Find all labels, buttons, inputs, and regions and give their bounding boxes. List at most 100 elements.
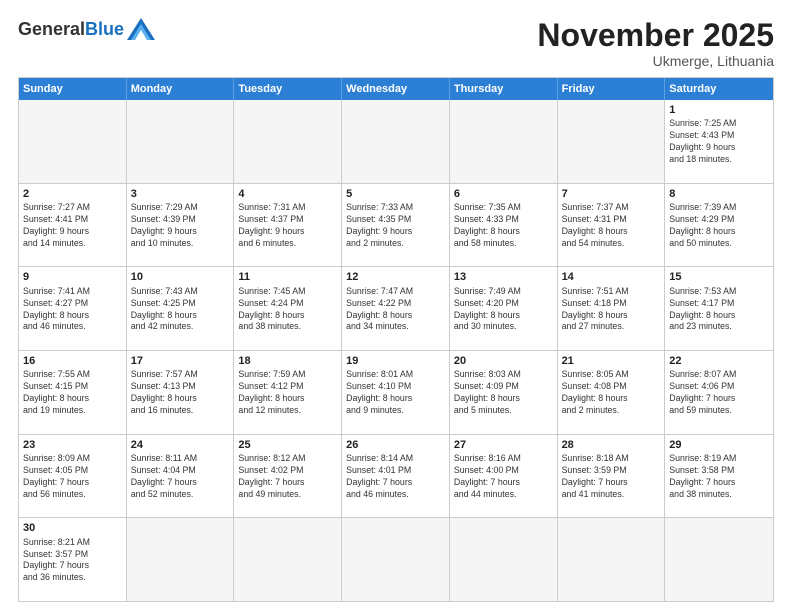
cell-day-number: 25 <box>238 438 337 452</box>
calendar-cell: 14 Sunrise: 7:51 AM Sunset: 4:18 PM Dayli… <box>558 267 666 350</box>
calendar-cell <box>342 518 450 601</box>
calendar-cell: 30 Sunrise: 8:21 AM Sunset: 3:57 PM Dayli… <box>19 518 127 601</box>
calendar-cell: 25Sunrise: 8:12 AM Sunset: 4:02 PM Dayli… <box>234 435 342 518</box>
cell-day-number: 6 <box>454 187 553 201</box>
cell-info: Sunrise: 8:16 AM Sunset: 4:00 PM Dayligh… <box>454 453 553 501</box>
calendar-cell: 10 Sunrise: 7:43 AM Sunset: 4:25 PM Dayli… <box>127 267 235 350</box>
cell-day-number: 23 <box>23 438 122 452</box>
cell-day-number: 16 <box>23 354 122 368</box>
calendar-row-4: 23Sunrise: 8:09 AM Sunset: 4:05 PM Dayli… <box>19 434 773 518</box>
calendar-cell <box>450 100 558 183</box>
calendar-cell <box>558 100 666 183</box>
cell-day-number: 17 <box>131 354 230 368</box>
calendar-row-2: 9 Sunrise: 7:41 AM Sunset: 4:27 PM Daylig… <box>19 266 773 350</box>
title-section: November 2025 Ukmerge, Lithuania <box>537 18 774 69</box>
calendar-cell <box>19 100 127 183</box>
cell-day-number: 1 <box>669 103 769 117</box>
day-header-saturday: Saturday <box>665 78 773 100</box>
calendar-row-3: 16Sunrise: 7:55 AM Sunset: 4:15 PM Dayli… <box>19 350 773 434</box>
cell-info: Sunrise: 8:21 AM Sunset: 3:57 PM Dayligh… <box>23 537 122 585</box>
calendar-cell: 26Sunrise: 8:14 AM Sunset: 4:01 PM Dayli… <box>342 435 450 518</box>
cell-info: Sunrise: 7:59 AM Sunset: 4:12 PM Dayligh… <box>238 369 337 417</box>
calendar-cell: 7Sunrise: 7:37 AM Sunset: 4:31 PM Daylig… <box>558 184 666 267</box>
cell-day-number: 10 <box>131 270 230 284</box>
cell-info: Sunrise: 8:01 AM Sunset: 4:10 PM Dayligh… <box>346 369 445 417</box>
calendar-cell <box>234 518 342 601</box>
cell-info: Sunrise: 8:14 AM Sunset: 4:01 PM Dayligh… <box>346 453 445 501</box>
cell-day-number: 8 <box>669 187 769 201</box>
cell-day-number: 18 <box>238 354 337 368</box>
day-header-tuesday: Tuesday <box>234 78 342 100</box>
calendar-body: 1Sunrise: 7:25 AM Sunset: 4:43 PM Daylig… <box>19 100 773 601</box>
calendar-cell: 28Sunrise: 8:18 AM Sunset: 3:59 PM Dayli… <box>558 435 666 518</box>
cell-day-number: 2 <box>23 187 122 201</box>
calendar-cell <box>450 518 558 601</box>
cell-info: Sunrise: 7:41 AM Sunset: 4:27 PM Dayligh… <box>23 286 122 334</box>
calendar-cell: 21Sunrise: 8:05 AM Sunset: 4:08 PM Dayli… <box>558 351 666 434</box>
cell-info: Sunrise: 7:39 AM Sunset: 4:29 PM Dayligh… <box>669 202 769 250</box>
cell-day-number: 15 <box>669 270 769 284</box>
calendar-header: SundayMondayTuesdayWednesdayThursdayFrid… <box>19 78 773 100</box>
calendar-cell: 2Sunrise: 7:27 AM Sunset: 4:41 PM Daylig… <box>19 184 127 267</box>
calendar-cell: 13 Sunrise: 7:49 AM Sunset: 4:20 PM Dayli… <box>450 267 558 350</box>
cell-info: Sunrise: 8:03 AM Sunset: 4:09 PM Dayligh… <box>454 369 553 417</box>
calendar-cell: 12 Sunrise: 7:47 AM Sunset: 4:22 PM Dayli… <box>342 267 450 350</box>
calendar-cell: 4Sunrise: 7:31 AM Sunset: 4:37 PM Daylig… <box>234 184 342 267</box>
calendar-cell: 23Sunrise: 8:09 AM Sunset: 4:05 PM Dayli… <box>19 435 127 518</box>
cell-info: Sunrise: 7:31 AM Sunset: 4:37 PM Dayligh… <box>238 202 337 250</box>
cell-day-number: 3 <box>131 187 230 201</box>
cell-info: Sunrise: 8:11 AM Sunset: 4:04 PM Dayligh… <box>131 453 230 501</box>
cell-day-number: 12 <box>346 270 445 284</box>
calendar-cell: 5Sunrise: 7:33 AM Sunset: 4:35 PM Daylig… <box>342 184 450 267</box>
cell-info: Sunrise: 7:37 AM Sunset: 4:31 PM Dayligh… <box>562 202 661 250</box>
calendar-cell: 18Sunrise: 7:59 AM Sunset: 4:12 PM Dayli… <box>234 351 342 434</box>
calendar-cell: 11Sunrise: 7:45 AM Sunset: 4:24 PM Dayli… <box>234 267 342 350</box>
cell-day-number: 9 <box>23 270 122 284</box>
calendar-cell: 6Sunrise: 7:35 AM Sunset: 4:33 PM Daylig… <box>450 184 558 267</box>
cell-info: Sunrise: 7:43 AM Sunset: 4:25 PM Dayligh… <box>131 286 230 334</box>
month-title: November 2025 <box>537 18 774 53</box>
cell-info: Sunrise: 8:12 AM Sunset: 4:02 PM Dayligh… <box>238 453 337 501</box>
calendar-cell: 27Sunrise: 8:16 AM Sunset: 4:00 PM Dayli… <box>450 435 558 518</box>
cell-day-number: 19 <box>346 354 445 368</box>
logo-blue-text: Blue <box>85 19 124 40</box>
cell-info: Sunrise: 8:18 AM Sunset: 3:59 PM Dayligh… <box>562 453 661 501</box>
cell-info: Sunrise: 7:27 AM Sunset: 4:41 PM Dayligh… <box>23 202 122 250</box>
cell-day-number: 13 <box>454 270 553 284</box>
cell-info: Sunrise: 8:07 AM Sunset: 4:06 PM Dayligh… <box>669 369 769 417</box>
calendar: SundayMondayTuesdayWednesdayThursdayFrid… <box>18 77 774 602</box>
day-header-thursday: Thursday <box>450 78 558 100</box>
calendar-cell: 1Sunrise: 7:25 AM Sunset: 4:43 PM Daylig… <box>665 100 773 183</box>
calendar-cell <box>342 100 450 183</box>
cell-info: Sunrise: 7:55 AM Sunset: 4:15 PM Dayligh… <box>23 369 122 417</box>
cell-info: Sunrise: 7:47 AM Sunset: 4:22 PM Dayligh… <box>346 286 445 334</box>
cell-info: Sunrise: 7:57 AM Sunset: 4:13 PM Dayligh… <box>131 369 230 417</box>
calendar-cell: 3Sunrise: 7:29 AM Sunset: 4:39 PM Daylig… <box>127 184 235 267</box>
cell-info: Sunrise: 7:33 AM Sunset: 4:35 PM Dayligh… <box>346 202 445 250</box>
cell-day-number: 21 <box>562 354 661 368</box>
cell-info: Sunrise: 7:29 AM Sunset: 4:39 PM Dayligh… <box>131 202 230 250</box>
cell-day-number: 30 <box>23 521 122 535</box>
cell-day-number: 4 <box>238 187 337 201</box>
day-header-sunday: Sunday <box>19 78 127 100</box>
cell-day-number: 14 <box>562 270 661 284</box>
cell-day-number: 7 <box>562 187 661 201</box>
cell-info: Sunrise: 7:49 AM Sunset: 4:20 PM Dayligh… <box>454 286 553 334</box>
logo: General Blue <box>18 18 155 40</box>
calendar-cell: 16Sunrise: 7:55 AM Sunset: 4:15 PM Dayli… <box>19 351 127 434</box>
calendar-cell: 19Sunrise: 8:01 AM Sunset: 4:10 PM Dayli… <box>342 351 450 434</box>
cell-info: Sunrise: 7:53 AM Sunset: 4:17 PM Dayligh… <box>669 286 769 334</box>
calendar-row-1: 2Sunrise: 7:27 AM Sunset: 4:41 PM Daylig… <box>19 183 773 267</box>
day-header-monday: Monday <box>127 78 235 100</box>
calendar-cell: 17Sunrise: 7:57 AM Sunset: 4:13 PM Dayli… <box>127 351 235 434</box>
logo-general-text: General <box>18 19 85 40</box>
location: Ukmerge, Lithuania <box>537 53 774 69</box>
calendar-cell <box>234 100 342 183</box>
cell-info: Sunrise: 7:51 AM Sunset: 4:18 PM Dayligh… <box>562 286 661 334</box>
logo-icon <box>127 18 155 40</box>
calendar-cell <box>665 518 773 601</box>
cell-info: Sunrise: 7:45 AM Sunset: 4:24 PM Dayligh… <box>238 286 337 334</box>
day-header-wednesday: Wednesday <box>342 78 450 100</box>
page: General Blue November 2025 Ukmerge, Lith… <box>0 0 792 612</box>
calendar-row-0: 1Sunrise: 7:25 AM Sunset: 4:43 PM Daylig… <box>19 100 773 183</box>
